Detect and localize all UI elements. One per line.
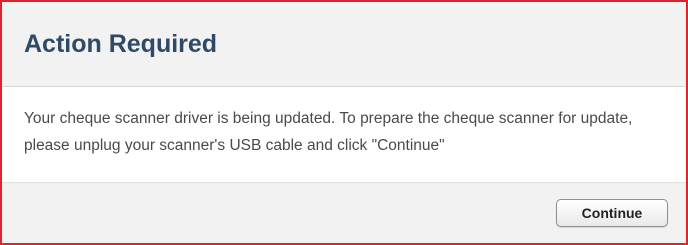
action-required-dialog: Action Required Your cheque scanner driv… [0,0,688,245]
dialog-title: Action Required [24,30,218,58]
dialog-message: Your cheque scanner driver is being upda… [24,110,633,154]
continue-button[interactable]: Continue [556,199,668,227]
dialog-body: Your cheque scanner driver is being upda… [2,87,686,182]
dialog-footer: Continue [2,182,686,243]
dialog-header: Action Required [2,2,686,87]
